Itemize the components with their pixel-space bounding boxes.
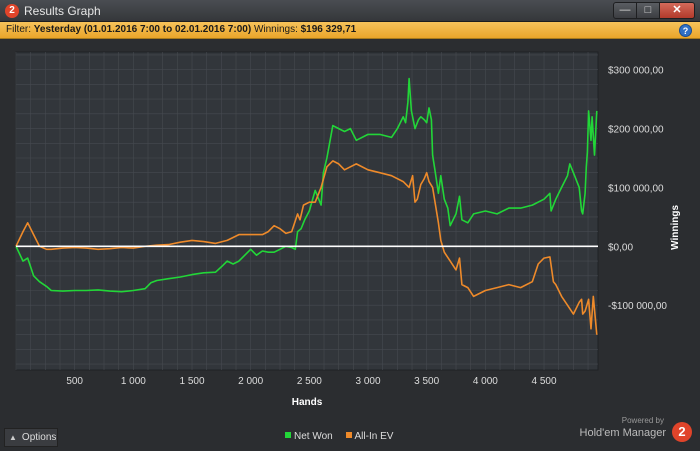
title-bar: 2 Results Graph — □ ✕ [0, 0, 700, 22]
chart-legend: Net Won All-In EV [285, 431, 403, 442]
chart-svg: 500 1 000 1 500 2 000 2 500 3 000 3 500 4 000 4 … [15, 51, 681, 408]
filter-label: Filter: [6, 24, 31, 35]
plot-area [15, 51, 599, 371]
x-axis-label: Hands [292, 397, 323, 408]
x-tick-label: 3 000 [356, 376, 381, 387]
window-title: Results Graph [24, 4, 101, 18]
options-label: Options [21, 432, 57, 443]
brand-name: Hold'em Manager [579, 427, 666, 439]
x-tick-label: 3 500 [414, 376, 439, 387]
powered-by-text: Powered by [621, 416, 664, 425]
minimize-button[interactable]: — [613, 2, 637, 19]
x-tick-label: 4 500 [532, 376, 557, 387]
maximize-button[interactable]: □ [636, 2, 660, 19]
app-logo-icon: 2 [5, 4, 19, 18]
y-tick-label: $0,00 [608, 242, 633, 253]
x-tick-label: 500 [66, 376, 83, 387]
legend-swatch-net-won [285, 432, 291, 438]
legend-item-net-won[interactable]: Net Won [285, 431, 333, 442]
legend-item-all-in-ev[interactable]: All-In EV [345, 431, 394, 442]
legend-label-net-won: Net Won [294, 431, 333, 442]
y-tick-label: -$100 000,00 [608, 301, 667, 312]
filter-summary: Filter: Yesterday (01.01.2016 7:00 to 02… [6, 24, 356, 35]
filter-bar: Filter: Yesterday (01.01.2016 7:00 to 02… [0, 22, 700, 39]
y-tick-label: $300 000,00 [608, 66, 664, 77]
chevron-up-icon: ▲ [9, 433, 17, 442]
results-chart: 500 1 000 1 500 2 000 2 500 3 000 3 500 4 000 4 … [0, 40, 700, 426]
brand-block: Powered by Hold'em Manager 2 [572, 414, 692, 450]
x-tick-label: 1 500 [179, 376, 204, 387]
y-tick-label: $100 000,00 [608, 183, 664, 194]
y-axis-label: Winnings [670, 205, 681, 250]
x-tick-label: 2 000 [238, 376, 263, 387]
options-button[interactable]: ▲ Options [4, 428, 58, 447]
winnings-label: Winnings: [253, 24, 298, 35]
y-tick-label: $200 000,00 [608, 125, 664, 136]
footer-bar: ▲ Options Net Won All-In EV Powered by Ho… [0, 416, 700, 451]
close-button[interactable]: ✕ [659, 2, 695, 19]
winnings-value: $196 329,71 [300, 24, 357, 35]
filter-value: Yesterday (01.01.2016 7:00 to 02.01.2016… [33, 24, 252, 35]
legend-swatch-all-in-ev [345, 432, 352, 438]
brand-logo-icon: 2 [672, 422, 692, 442]
help-icon[interactable]: ? [679, 24, 692, 37]
legend-label-all-in-ev: All-In EV [354, 431, 394, 442]
x-tick-label: 2 500 [297, 376, 322, 387]
x-tick-label: 4 000 [473, 376, 498, 387]
x-tick-label: 1 000 [121, 376, 146, 387]
